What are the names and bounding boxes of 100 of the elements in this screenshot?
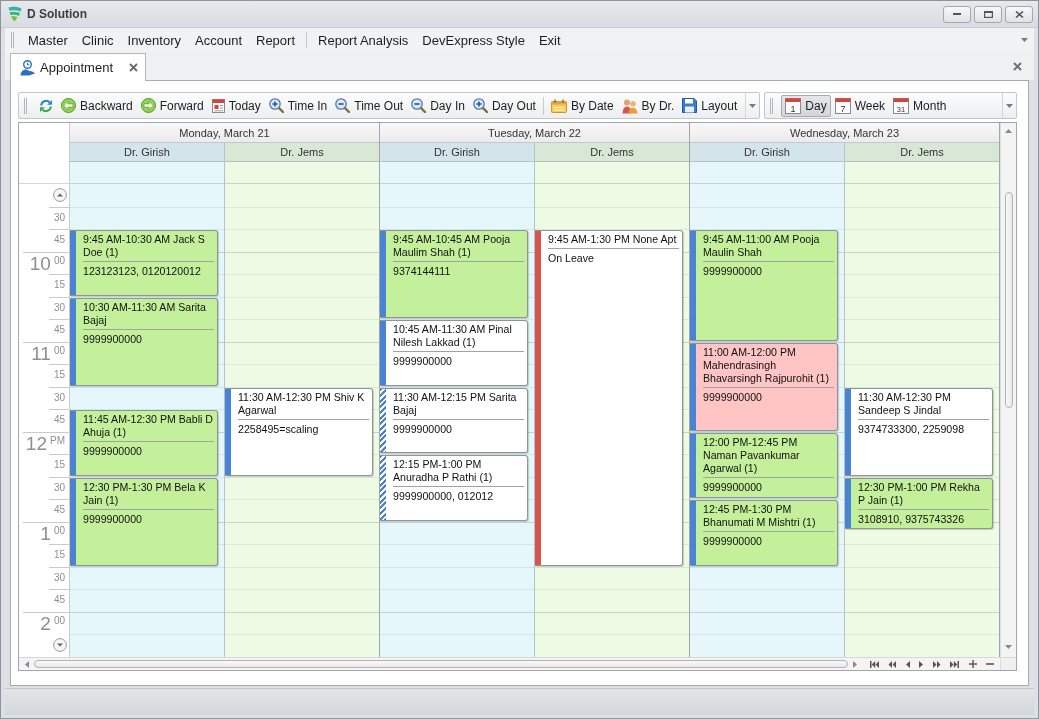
skip-to-first-icon[interactable] <box>869 660 879 668</box>
double-left-arrow-icon[interactable] <box>888 660 896 668</box>
status-strip-icon <box>70 298 76 385</box>
minute-label: 30 <box>53 571 65 584</box>
toolbar-button[interactable]: Day Out <box>468 94 540 117</box>
document-tab[interactable]: Appointment <box>10 53 146 81</box>
appointment-card[interactable]: 10:45 AM-11:30 AM Pinal Nilesh Lakkad (1) 9999900000 <box>380 320 528 386</box>
appointment-note: 3108910, 9375743326 <box>858 512 966 526</box>
appointment-title: 12:00 PM-12:45 PM Naman Pavankumar Agarwal (1) <box>703 435 834 478</box>
hour-label: 12 <box>25 432 47 454</box>
appointment-card[interactable]: 12:45 PM-1:30 PM Bhanumati M Mishtri (1) 9999900000 <box>690 500 838 566</box>
scroll-down-icon[interactable] <box>1005 644 1012 649</box>
close-icon[interactable] <box>1013 61 1022 71</box>
grip-icon[interactable] <box>11 32 14 48</box>
menu-item[interactable]: Inventory <box>120 30 188 50</box>
maximize-button[interactable] <box>974 5 1002 23</box>
appointment-card[interactable]: 11:45 AM-12:30 PM Babli D Ahuja (1) 9999900000 <box>70 410 218 476</box>
view-button[interactable]: 7 Week <box>830 94 890 117</box>
minimize-button[interactable] <box>943 5 971 23</box>
scroll-up-circle-icon[interactable] <box>53 188 67 203</box>
appointment-card[interactable]: 9:45 AM-11:00 AM Pooja Maulin Shah 9999900000 <box>690 230 838 341</box>
minute-label: PM <box>50 434 65 447</box>
refresh-icon <box>39 98 53 113</box>
scrollbar-thumb[interactable] <box>1004 192 1013 408</box>
forward-arrow-icon <box>140 98 156 113</box>
appointment-card[interactable]: 9:45 AM-10:45 AM Pooja Maulim Shah (1) 9374144111 <box>380 230 528 318</box>
double-right-arrow-icon[interactable] <box>932 660 941 668</box>
skip-to-last-icon[interactable] <box>950 660 959 668</box>
scroll-left-icon[interactable] <box>25 660 29 668</box>
menu-item[interactable]: Master <box>21 30 75 50</box>
appointment-card[interactable]: 12:30 PM-1:30 PM Bela K Jain (1) 9999900000 <box>70 477 218 566</box>
appointment-card[interactable]: 11:00 AM-12:00 PM Mahendrasingh Bhavarsingh Rajpurohit (1) 9999900000 <box>690 342 838 431</box>
minute-label: 00 <box>53 344 65 357</box>
appointment-title: 12:15 PM-1:00 PM Anuradha P Rathi (1) <box>393 458 524 487</box>
minute-label: 45 <box>53 234 65 247</box>
menu-item[interactable]: Report <box>249 30 303 50</box>
appointment-card[interactable]: 11:30 AM-12:30 PM Shiv K Agarwal 2258495=scaling <box>225 387 373 476</box>
caret-icon[interactable] <box>1021 38 1028 42</box>
menu-item[interactable]: DevExpress Style <box>415 30 532 50</box>
status-strip-icon <box>70 411 76 475</box>
grip-icon[interactable] <box>24 97 27 114</box>
appointment-card[interactable]: 12:00 PM-12:45 PM Naman Pavankumar Agarwal (1) 9999900000 <box>690 432 838 498</box>
appointment-title: 9:45 AM-1:30 PM None Apt <box>548 233 679 249</box>
appointment-card[interactable]: 11:30 AM-12:15 PM Sarita Bajaj 9999900000 <box>380 387 528 453</box>
scroll-down-circle-icon[interactable] <box>53 638 67 653</box>
toolbar-button[interactable]: By Date <box>546 94 618 117</box>
appointment-title: 11:30 AM-12:30 PM Shiv K Agarwal <box>238 390 369 420</box>
appointment-note: 9374144111 <box>393 265 452 278</box>
minute-label: 15 <box>53 459 65 472</box>
close-button[interactable] <box>1005 5 1033 23</box>
view-button[interactable]: 1 Day <box>781 94 831 117</box>
minute-label: 15 <box>53 369 65 382</box>
minute-label: 00 <box>53 614 65 627</box>
status-strip-icon <box>690 231 696 340</box>
scrollbar-thumb[interactable] <box>34 660 848 668</box>
scroll-right-icon[interactable] <box>852 660 857 668</box>
appointment-card[interactable]: 12:30 PM-1:00 PM Rekha P Jain (1) 3108910, 9375743326 <box>845 477 993 529</box>
toolbar-button[interactable]: Today <box>207 94 265 117</box>
person-clock-icon <box>20 59 36 76</box>
appointment-title: 11:30 AM-12:15 PM Sarita Bajaj <box>393 390 524 420</box>
appointment-card[interactable]: 11:30 AM-12:30 PM Sandeep S Jindal 9374733300, 2259098 <box>845 387 993 476</box>
appointment-title: 9:45 AM-10:30 AM Jack S Doe (1) <box>83 233 214 262</box>
close-icon[interactable] <box>129 63 138 72</box>
appointment-title: 10:45 AM-11:30 AM Pinal Nilesh Lakkad (1) <box>393 323 524 352</box>
menu-item[interactable]: Exit <box>531 30 568 50</box>
resource-header: Dr. Girish <box>690 143 844 162</box>
maximize-icon <box>983 10 993 18</box>
calendar-icon <box>550 98 567 113</box>
left-arrow-icon[interactable] <box>905 660 910 668</box>
appointment-card[interactable]: 9:45 AM-1:30 PM None Apt On Leave <box>535 230 683 566</box>
toolbar-button[interactable]: Day In <box>407 94 469 117</box>
resource-header: Dr. Jems <box>535 143 689 162</box>
appointment-title: 11:45 AM-12:30 PM Babli D Ahuja (1) <box>83 413 214 442</box>
right-arrow-icon[interactable] <box>919 660 923 668</box>
plus-icon[interactable] <box>968 660 977 668</box>
toolbar-options-button[interactable] <box>1002 93 1016 118</box>
minute-label: 30 <box>53 391 65 404</box>
appointment-card[interactable]: 12:15 PM-1:00 PM Anuradha P Rathi (1) 9999900000, 012012 <box>380 455 528 521</box>
toolbar-button[interactable]: Layout <box>678 94 742 117</box>
zoom-out-icon <box>335 98 351 113</box>
appointment-title: 12:30 PM-1:00 PM Rekha P Jain (1) <box>858 480 989 510</box>
toolbar-button[interactable]: Backward <box>57 94 137 117</box>
scroll-up-icon[interactable] <box>1005 129 1012 133</box>
toolbar-button[interactable]: Forward <box>136 94 208 117</box>
hour-label: 10 <box>29 252 51 274</box>
vertical-scrollbar[interactable] <box>1000 123 1016 657</box>
grip-icon[interactable] <box>770 97 774 114</box>
status-strip-icon <box>380 388 386 452</box>
toolbar-button[interactable]: Time In <box>264 94 332 117</box>
appointment-card[interactable]: 10:30 AM-11:30 AM Sarita Bajaj 9999900000 <box>70 297 218 386</box>
appointment-title: 11:30 AM-12:30 PM Sandeep S Jindal <box>858 390 989 420</box>
menu-item[interactable]: Report Analysis <box>311 30 416 50</box>
menu-item[interactable]: Clinic <box>74 30 121 50</box>
minute-label: 30 <box>53 211 65 224</box>
status-strip-icon <box>380 321 386 385</box>
status-strip-icon <box>690 343 696 430</box>
toolbar-button[interactable]: By Dr. <box>617 94 679 117</box>
menu-item[interactable]: Account <box>188 30 249 50</box>
toolbar-button[interactable]: Time Out <box>331 94 408 117</box>
appointment-card[interactable]: 9:45 AM-10:30 AM Jack S Doe (1) 123123123, 0120120012 <box>70 230 218 296</box>
